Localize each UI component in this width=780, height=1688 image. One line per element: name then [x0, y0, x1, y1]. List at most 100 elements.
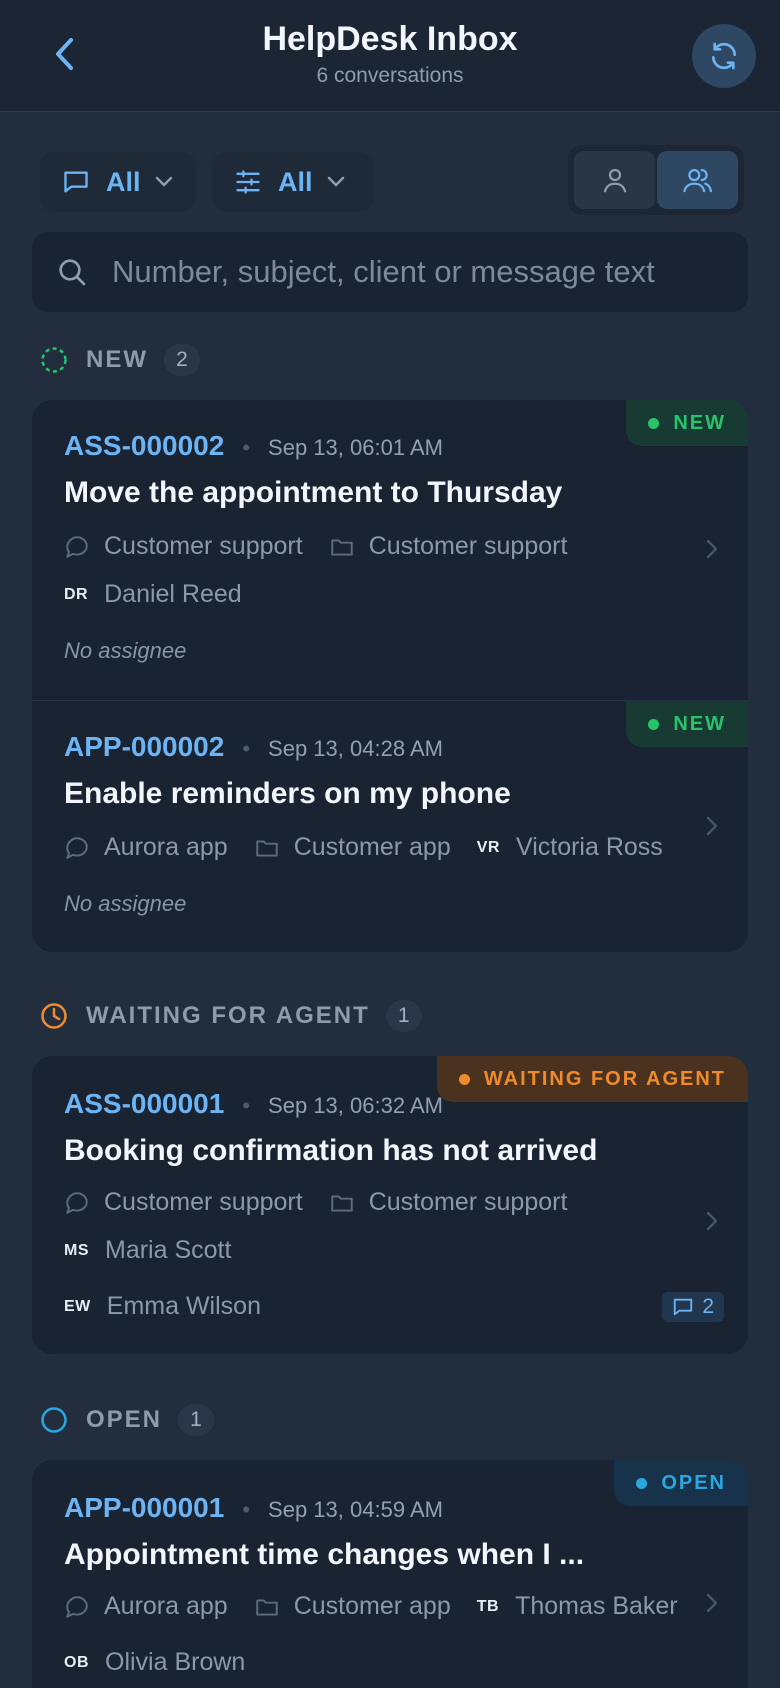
channel-filter-label: All — [106, 166, 141, 197]
ticket-item[interactable]: OPEN APP-000001 • Sep 13, 04:59 AM Appoi… — [32, 1460, 748, 1688]
channel-filter-dropdown[interactable]: All — [40, 152, 196, 212]
ticket-date: Sep 13, 04:59 AM — [268, 1497, 443, 1522]
client-name: Maria Scott — [105, 1236, 232, 1264]
refresh-button[interactable] — [692, 24, 756, 88]
circle-icon — [41, 1407, 67, 1433]
section-title: OPEN — [86, 1406, 163, 1433]
dashed-circle-icon — [41, 347, 67, 373]
assignee-avatar: EW — [64, 1297, 91, 1315]
ticket-item[interactable]: NEW APP-000002 • Sep 13, 04:28 AM Enable… — [32, 700, 748, 952]
folder-icon — [255, 840, 278, 857]
ticket-id: APP-000001 — [64, 1492, 225, 1523]
ticket-id: ASS-000001 — [64, 1088, 225, 1119]
status-badge: OPEN — [614, 1460, 748, 1506]
ticket-id: APP-000002 — [64, 731, 225, 762]
ticket-project: Customer app — [293, 1592, 451, 1620]
section-header-open[interactable]: OPEN 1 — [40, 1400, 215, 1440]
client-name: Daniel Reed — [104, 580, 242, 608]
status-dot-icon — [648, 417, 660, 429]
ticket-subject: Move the appointment to Thursday — [64, 476, 563, 509]
ticket-date: Sep 13, 06:01 AM — [268, 435, 443, 460]
section-count: 1 — [385, 1000, 422, 1032]
assignee-avatar: OB — [64, 1653, 89, 1671]
status-badge: WAITING FOR AGENT — [436, 1056, 748, 1102]
separator-dot: • — [242, 435, 251, 460]
user-icon — [603, 168, 626, 193]
ticket-channel: Customer support — [104, 532, 303, 560]
ticket-channel: Aurora app — [104, 1592, 228, 1620]
users-icon — [682, 169, 712, 193]
status-dot-icon — [636, 1477, 648, 1489]
assignee-name: Emma Wilson — [106, 1292, 261, 1320]
ticket-group-waiting: WAITING FOR AGENT ASS-000001 • Sep 13, 0… — [32, 1056, 748, 1354]
folder-icon — [330, 539, 353, 556]
chevron-right-icon — [706, 1593, 718, 1613]
status-filter-dropdown[interactable]: All — [212, 152, 374, 212]
chat-bubble-icon — [66, 1191, 88, 1214]
section-count: 2 — [164, 344, 200, 376]
ticket-project: Customer support — [368, 1188, 568, 1216]
client-avatar: MS — [64, 1241, 89, 1259]
search-icon — [59, 259, 86, 286]
client-avatar: DR — [64, 585, 89, 603]
message-square-icon — [64, 171, 88, 193]
clock-icon — [41, 1003, 67, 1029]
ticket-date: Sep 13, 06:32 AM — [268, 1093, 443, 1118]
status-dot-icon — [458, 1073, 470, 1085]
client-name: Thomas Baker — [515, 1592, 678, 1620]
assignee-name: Olivia Brown — [105, 1648, 246, 1676]
assignee-empty: No assignee — [64, 891, 187, 916]
sliders-icon — [236, 170, 260, 194]
all-conversations-toggle[interactable] — [657, 151, 738, 209]
ticket-channel: Aurora app — [104, 833, 228, 861]
refresh-icon — [712, 42, 736, 70]
chat-bubble-icon — [66, 1595, 88, 1618]
status-filter-label: All — [278, 166, 313, 197]
page-title: HelpDesk Inbox — [262, 20, 518, 58]
section-title: NEW — [86, 346, 148, 373]
section-count: 1 — [178, 1404, 215, 1436]
chevron-right-icon — [706, 1211, 718, 1231]
search-input[interactable] — [112, 232, 688, 312]
ticket-project: Customer support — [368, 532, 568, 560]
status-dot-icon — [648, 718, 660, 730]
section-title: WAITING FOR AGENT — [86, 1002, 370, 1029]
view-toggle — [568, 145, 744, 215]
section-header-waiting[interactable]: WAITING FOR AGENT 1 — [40, 996, 422, 1036]
ticket-subject: Enable reminders on my phone — [64, 777, 511, 810]
ticket-project: Customer app — [293, 833, 451, 861]
status-badge: NEW — [626, 701, 748, 747]
client-name: Victoria Ross — [515, 833, 663, 861]
chevron-down-icon — [327, 176, 344, 187]
section-header-new[interactable]: NEW 2 — [40, 340, 200, 380]
folder-icon — [330, 1195, 353, 1212]
conversation-count: 6 conversations — [316, 64, 464, 87]
ticket-item[interactable]: WAITING FOR AGENT ASS-000001 • Sep 13, 0… — [32, 1056, 748, 1354]
message-count-badge: 2 — [662, 1292, 724, 1322]
search-bar — [32, 232, 748, 312]
chevron-right-icon — [706, 539, 718, 559]
app-header: HelpDesk Inbox 6 conversations — [0, 0, 780, 112]
assignee-empty: No assignee — [64, 638, 187, 663]
client-avatar: VR — [476, 838, 500, 856]
ticket-date: Sep 13, 04:28 AM — [268, 736, 443, 761]
client-avatar: TB — [476, 1597, 500, 1615]
ticket-subject: Booking confirmation has not arrived — [64, 1134, 598, 1167]
chevron-right-icon — [706, 816, 718, 836]
ticket-group-new: NEW ASS-000002 • Sep 13, 06:01 AM Move t… — [32, 400, 748, 952]
message-square-icon — [674, 1298, 693, 1316]
separator-dot: • — [242, 1093, 251, 1118]
folder-icon — [255, 1599, 278, 1616]
separator-dot: • — [242, 1497, 251, 1522]
chevron-down-icon — [155, 176, 172, 187]
ticket-channel: Customer support — [104, 1188, 303, 1216]
ticket-subject: Appointment time changes when I ... — [64, 1538, 585, 1571]
message-count: 2 — [702, 1295, 714, 1318]
ticket-group-open: OPEN APP-000001 • Sep 13, 04:59 AM Appoi… — [32, 1460, 748, 1688]
ticket-item[interactable]: NEW ASS-000002 • Sep 13, 06:01 AM Move t… — [32, 400, 748, 700]
status-badge: NEW — [626, 400, 748, 446]
chat-bubble-icon — [66, 535, 88, 558]
ticket-id: ASS-000002 — [64, 430, 225, 461]
my-conversations-toggle[interactable] — [574, 151, 655, 209]
separator-dot: • — [242, 736, 251, 761]
